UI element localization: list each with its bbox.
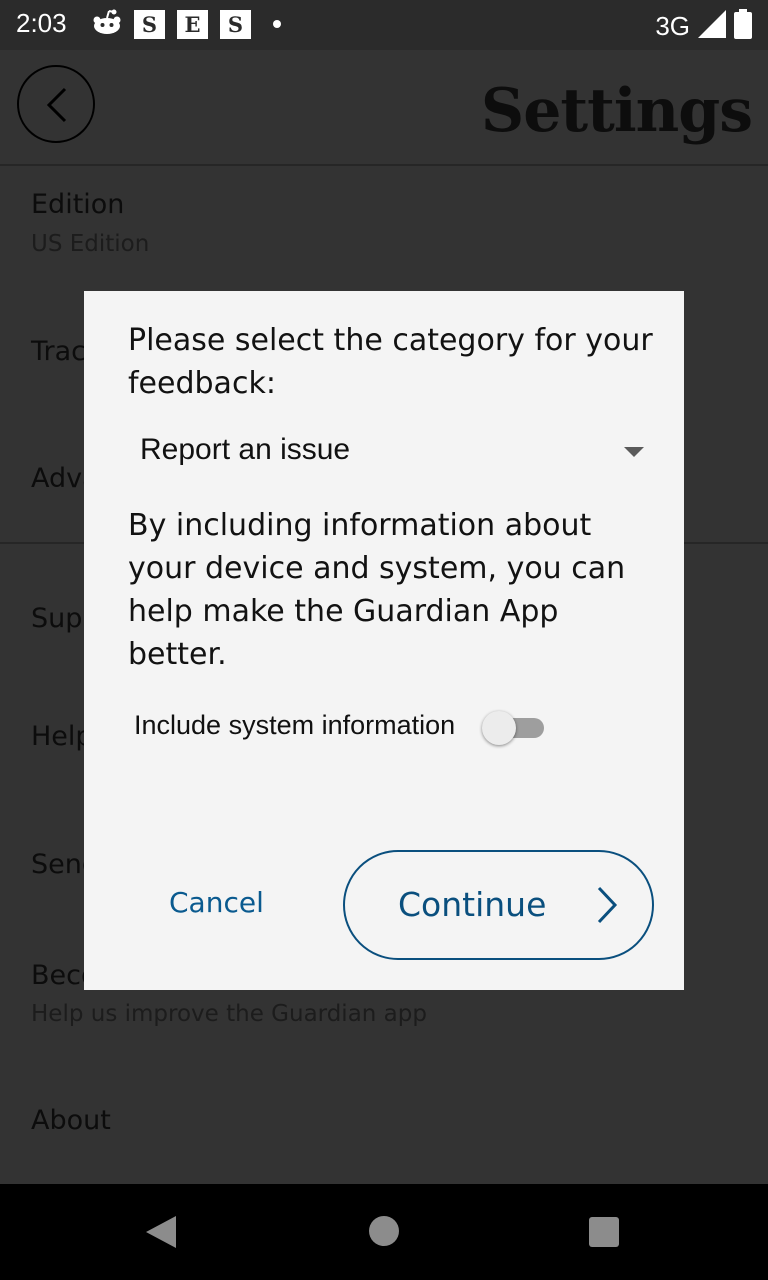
settings-item-support[interactable]: Sup <box>31 603 82 634</box>
dialog-info-text: By including information about your devi… <box>128 508 626 672</box>
nav-recents-icon[interactable] <box>589 1217 619 1247</box>
feedback-dialog: Please select the category for your feed… <box>84 291 684 990</box>
dialog-prompt: Please select the category for your feed… <box>128 323 653 401</box>
category-selected-value: Report an issue <box>140 433 351 466</box>
page-title: Settings <box>480 76 753 146</box>
reddit-icon <box>92 9 122 39</box>
network-type: 3G <box>655 10 690 41</box>
status-right: 3G <box>655 9 752 43</box>
chevron-right-icon <box>597 886 618 924</box>
system-info-toggle[interactable] <box>482 711 546 745</box>
back-chevron-icon <box>46 87 67 123</box>
settings-item-become-sub: Help us improve the Guardian app <box>31 1001 427 1027</box>
status-bar: 2:03 S E S 3G <box>0 0 768 50</box>
nav-home-icon[interactable] <box>369 1216 399 1246</box>
dropdown-caret-icon <box>624 447 644 457</box>
system-navigation-bar <box>0 1184 768 1280</box>
back-button[interactable] <box>17 65 95 143</box>
settings-item-edition-value: US Edition <box>31 231 150 257</box>
settings-item-about[interactable]: About <box>31 1105 111 1136</box>
continue-label: Continue <box>398 885 547 924</box>
category-dropdown[interactable]: Report an issue <box>128 429 658 477</box>
status-time: 2:03 <box>16 8 67 38</box>
battery-icon <box>734 9 752 43</box>
more-notifications-dot-icon <box>273 20 281 28</box>
settings-item-edition[interactable]: Edition <box>31 189 124 220</box>
s-notification-icon: S <box>134 9 165 39</box>
cancel-button[interactable]: Cancel <box>169 886 264 919</box>
e-notification-icon: E <box>177 9 208 39</box>
system-info-toggle-row: Include system information <box>134 705 554 749</box>
toggle-label: Include system information <box>134 710 456 740</box>
s-notification-icon-2: S <box>220 9 251 39</box>
app-bar: Settings <box>0 50 768 166</box>
notification-icons: S E S <box>92 9 281 39</box>
continue-button[interactable]: Continue <box>343 850 654 960</box>
settings-item-tracking[interactable]: Trac <box>31 336 86 367</box>
toggle-thumb <box>482 711 516 745</box>
nav-back-icon[interactable] <box>146 1216 176 1248</box>
signal-icon <box>698 10 726 42</box>
